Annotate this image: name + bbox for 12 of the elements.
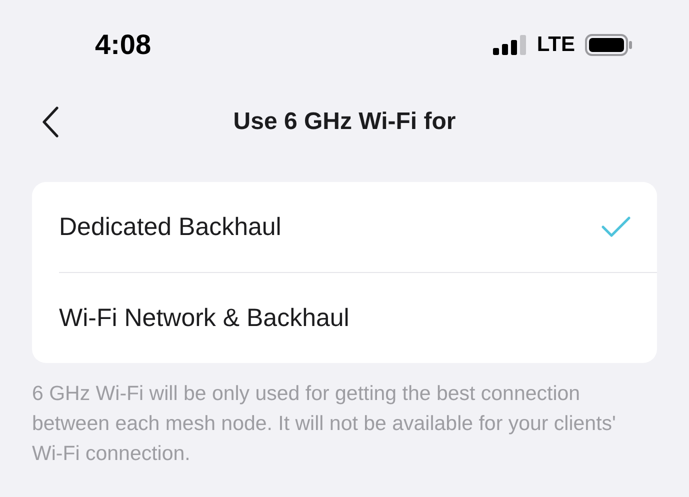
back-chevron-icon [41,106,59,138]
battery-icon [585,34,633,56]
option-row[interactable]: Wi-Fi Network & Backhaul [59,272,657,363]
network-type: LTE [536,33,575,57]
footnote-text: 6 GHz Wi-Fi will be only used for getting the best connection between each mesh node. It will not be available for your clients' Wi-Fi connection. [32,381,617,467]
status-time: 4:08 [95,29,152,61]
checkmark-icon [601,216,631,238]
page-title: Use 6 GHz Wi-Fi for [233,108,456,136]
option-label: Wi-Fi Network & Backhaul [59,304,350,332]
option-label: Dedicated Backhaul [59,212,282,242]
signal-icon [492,35,527,55]
option-row[interactable]: Dedicated Backhaul [32,182,657,272]
